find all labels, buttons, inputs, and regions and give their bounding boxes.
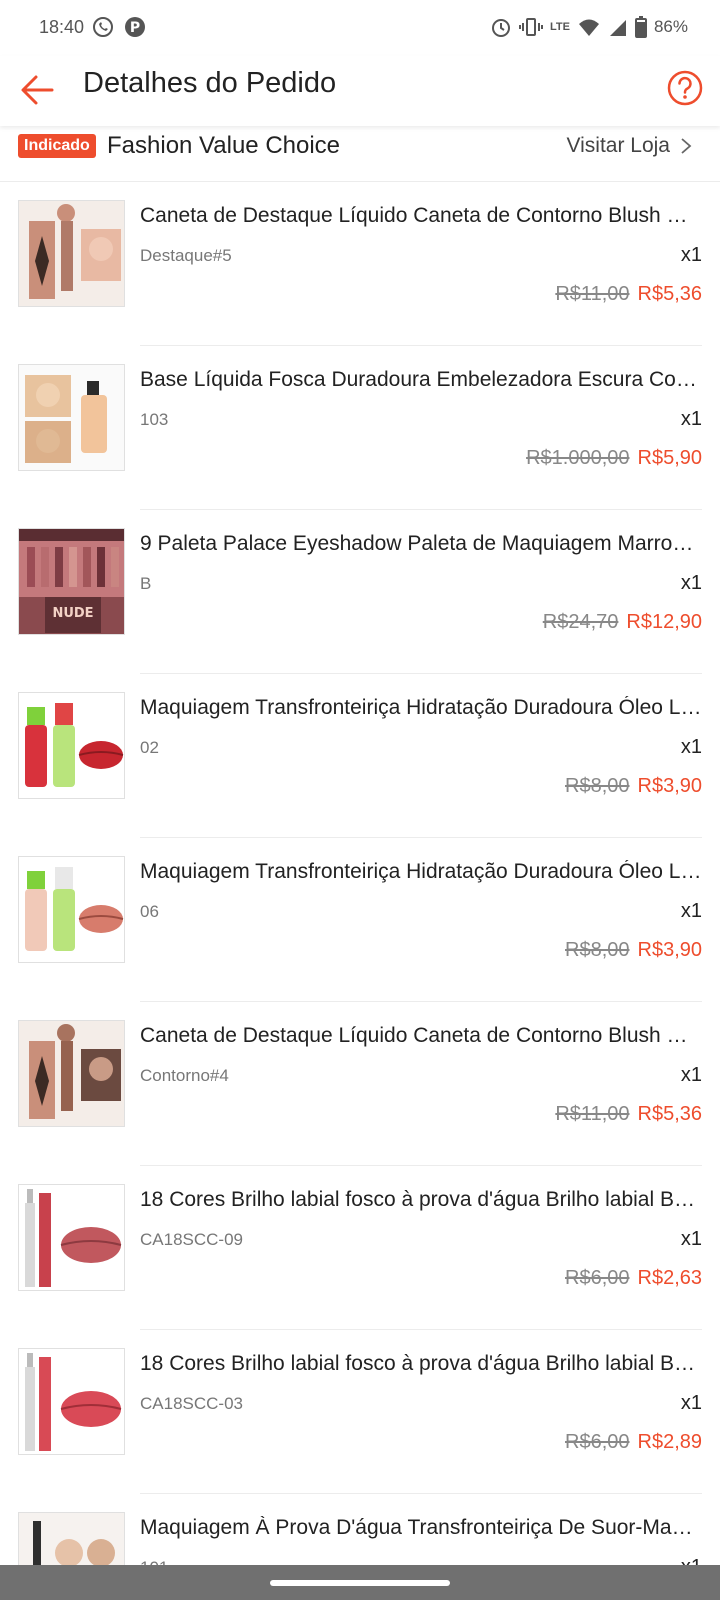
item-title: 9 Paleta Palace Eyeshadow Paleta de Maqu… xyxy=(140,532,702,555)
item-title: 18 Cores Brilho labial fosco à prova d'á… xyxy=(140,1188,702,1211)
product-thumbnail xyxy=(18,692,125,799)
app-header: Detalhes do Pedido xyxy=(0,56,720,126)
help-icon xyxy=(667,70,703,106)
vibrate-icon xyxy=(519,18,543,36)
item-title: Maquiagem Transfronteiriça Hidratação Du… xyxy=(140,860,702,883)
whatsapp-icon xyxy=(93,17,113,37)
sale-price: R$2,89 xyxy=(637,1431,703,1453)
order-item[interactable]: 18 Cores Brilho labial fosco à prova d'á… xyxy=(0,1166,720,1330)
signal-icon xyxy=(609,20,626,36)
chevron-right-icon xyxy=(681,138,692,154)
svg-text:NUDE: NUDE xyxy=(52,606,93,621)
item-prices: R$11,00 R$5,36 xyxy=(555,1103,702,1126)
item-quantity: x1 xyxy=(680,244,702,266)
system-status-icons: LTE 86% xyxy=(490,16,688,38)
system-nav-bar xyxy=(0,1565,720,1600)
product-thumbnail xyxy=(18,1348,125,1455)
shop-name: Fashion Value Choice xyxy=(107,132,341,159)
home-indicator[interactable] xyxy=(270,1580,450,1586)
original-price: R$11,00 xyxy=(555,283,630,305)
order-item[interactable]: 18 Cores Brilho labial fosco à prova d'á… xyxy=(0,1330,720,1494)
wifi-icon xyxy=(578,19,599,36)
item-prices: R$6,00 R$2,89 xyxy=(565,1431,702,1454)
sale-price: R$12,90 xyxy=(626,611,702,633)
item-prices: R$24,70 R$12,90 xyxy=(543,611,702,634)
item-title: 18 Cores Brilho labial fosco à prova d'á… xyxy=(140,1352,702,1375)
pinterest-icon: P xyxy=(125,17,145,37)
item-quantity: x1 xyxy=(680,572,702,594)
original-price: R$6,00 xyxy=(565,1267,630,1289)
item-variation: 06 xyxy=(140,902,159,921)
item-variation: Destaque#5 xyxy=(140,246,232,265)
order-item[interactable]: Maquiagem Transfronteiriça Hidratação Du… xyxy=(0,838,720,1002)
original-price: R$11,00 xyxy=(555,1103,630,1125)
status-time: 18:40 xyxy=(39,17,85,37)
item-title: Maquiagem À Prova D'água Transfronteiriç… xyxy=(140,1516,702,1539)
sale-price: R$2,63 xyxy=(637,1267,703,1289)
order-item[interactable]: Caneta de Destaque Líquido Caneta de Con… xyxy=(0,182,720,346)
order-item[interactable]: Caneta de Destaque Líquido Caneta de Con… xyxy=(0,1002,720,1166)
network-type: LTE xyxy=(550,20,570,33)
item-variation: 02 xyxy=(140,738,159,757)
sale-price: R$3,90 xyxy=(637,775,703,797)
item-title: Caneta de Destaque Líquido Caneta de Con… xyxy=(140,204,702,227)
original-price: R$6,00 xyxy=(565,1431,630,1453)
item-quantity: x1 xyxy=(680,736,702,758)
sale-price: R$5,36 xyxy=(637,283,703,305)
product-thumbnail xyxy=(18,364,125,471)
item-prices: R$6,00 R$2,63 xyxy=(565,1267,702,1290)
original-price: R$8,00 xyxy=(565,939,630,961)
item-quantity: x1 xyxy=(680,1064,702,1086)
item-quantity: x1 xyxy=(680,900,702,922)
item-prices: R$8,00 R$3,90 xyxy=(565,775,702,798)
item-quantity: x1 xyxy=(680,1228,702,1250)
item-title: Caneta de Destaque Líquido Caneta de Con… xyxy=(140,1024,702,1047)
visit-shop-link[interactable]: Visitar Loja xyxy=(566,134,692,158)
item-variation: CA18SCC-09 xyxy=(140,1230,243,1249)
item-variation: Contorno#4 xyxy=(140,1066,229,1085)
item-prices: R$11,00 R$5,36 xyxy=(555,283,702,306)
back-button[interactable] xyxy=(18,70,58,110)
svg-text:P: P xyxy=(130,20,140,36)
order-items-list: Caneta de Destaque Líquido Caneta de Con… xyxy=(0,182,720,1600)
item-quantity: x1 xyxy=(680,408,702,430)
item-title: Base Líquida Fosca Duradoura Embelezador… xyxy=(140,368,702,391)
item-prices: R$1.000,00 R$5,90 xyxy=(526,447,702,470)
order-item[interactable]: Maquiagem Transfronteiriça Hidratação Du… xyxy=(0,674,720,838)
help-button[interactable] xyxy=(665,68,705,108)
item-title: Maquiagem Transfronteiriça Hidratação Du… xyxy=(140,696,702,719)
item-variation: CA18SCC-03 xyxy=(140,1394,243,1413)
sale-price: R$3,90 xyxy=(637,939,703,961)
original-price: R$8,00 xyxy=(565,775,630,797)
original-price: R$24,70 xyxy=(542,611,619,633)
alarm-icon xyxy=(492,19,510,37)
order-item[interactable]: NUDE 9 Paleta Palace Eyeshadow Paleta de… xyxy=(0,510,720,674)
status-bar: 18:40 P LTE 86% xyxy=(0,0,720,56)
page-title: Detalhes do Pedido xyxy=(83,67,337,99)
order-item[interactable]: Base Líquida Fosca Duradoura Embelezador… xyxy=(0,346,720,510)
shop-row: Indicado Fashion Value Choice Visitar Lo… xyxy=(0,126,720,182)
item-variation: B xyxy=(140,574,152,593)
sale-price: R$5,36 xyxy=(637,1103,703,1125)
product-thumbnail: NUDE xyxy=(18,528,125,635)
item-quantity: x1 xyxy=(680,1392,702,1414)
original-price: R$1.000,00 xyxy=(526,447,630,469)
sale-price: R$5,90 xyxy=(637,447,703,469)
product-thumbnail xyxy=(18,200,125,307)
item-variation: 103 xyxy=(140,410,169,429)
visit-shop-label: Visitar Loja xyxy=(566,134,670,157)
item-prices: R$8,00 R$3,90 xyxy=(565,939,702,962)
indicado-badge: Indicado xyxy=(18,134,96,158)
battery-icon xyxy=(634,16,647,38)
product-thumbnail xyxy=(18,856,125,963)
product-thumbnail xyxy=(18,1020,125,1127)
notification-icons: P xyxy=(92,16,146,38)
product-thumbnail xyxy=(18,1184,125,1291)
battery-level: 86% xyxy=(653,17,688,36)
arrow-left-icon xyxy=(21,75,54,105)
